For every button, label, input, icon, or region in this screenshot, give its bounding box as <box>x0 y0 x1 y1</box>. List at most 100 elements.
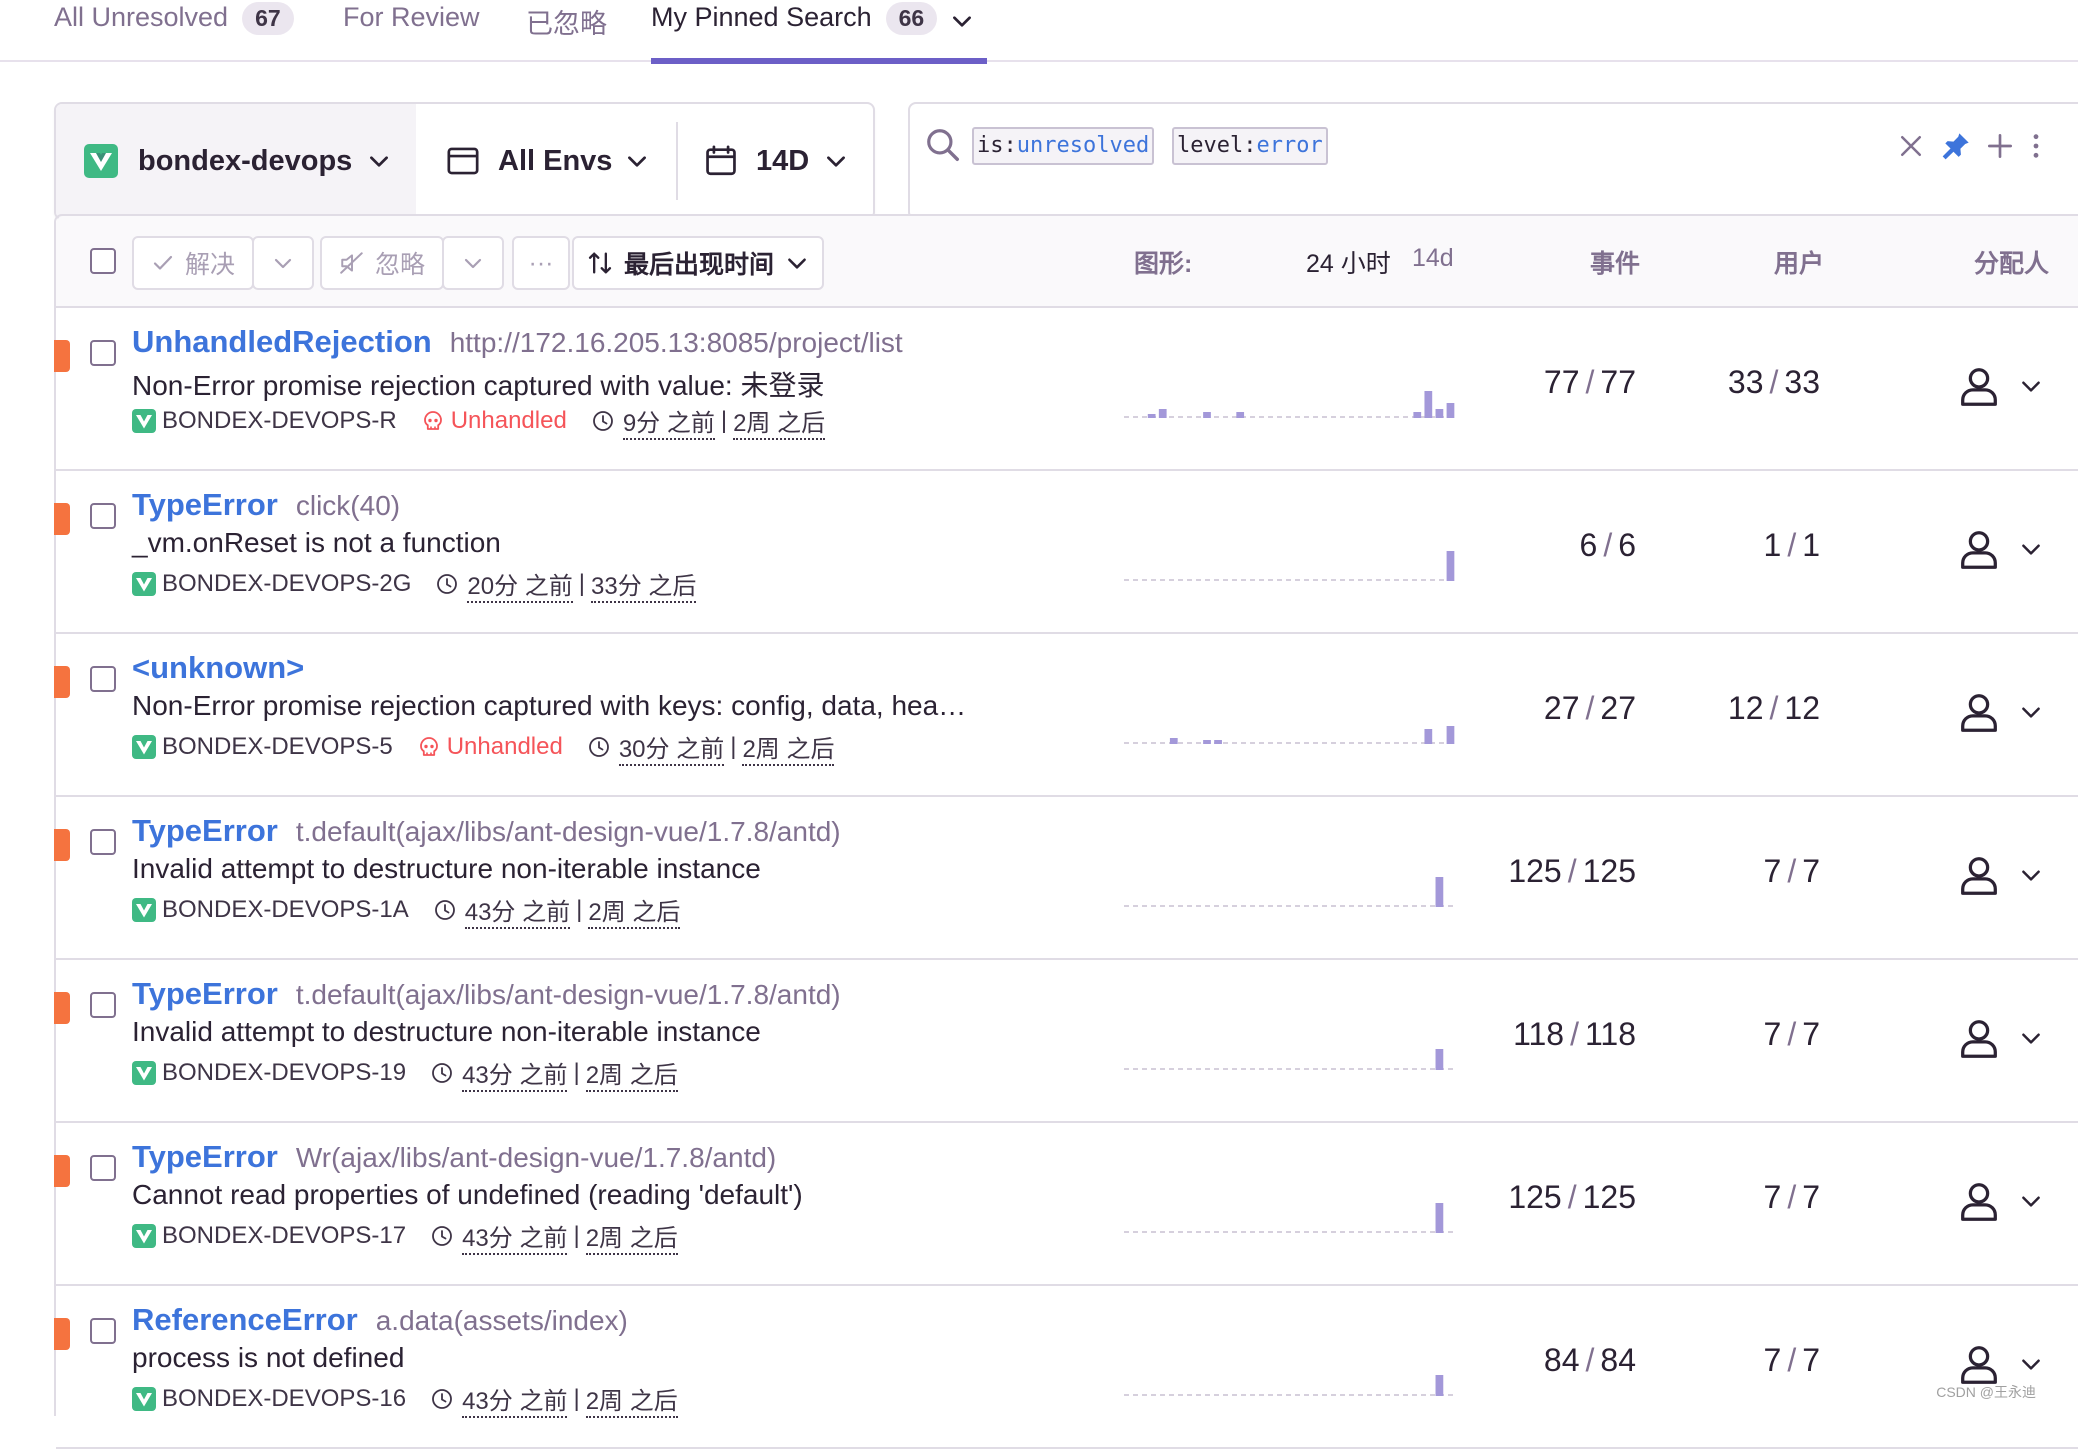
sparkline-bar <box>1203 740 1211 744</box>
token-key: is: <box>977 133 1017 158</box>
issue-short-id[interactable]: BONDEX-DEVOPS-19 <box>162 1059 406 1087</box>
issue-short-id[interactable]: BONDEX-DEVOPS-16 <box>162 1385 406 1413</box>
issue-meta: BONDEX-DEVOPS-19 43分 之前 | 2周 之后 <box>132 1055 678 1092</box>
issue-search-bar[interactable]: is:unresolved level:error <box>908 102 2078 220</box>
issue-checkbox[interactable] <box>90 1318 116 1344</box>
issue-type[interactable]: TypeError <box>132 1139 278 1174</box>
more-vertical-icon[interactable] <box>2026 130 2046 162</box>
plus-icon[interactable] <box>1984 130 2016 162</box>
level-error-marker <box>54 503 70 535</box>
select-all-checkbox[interactable] <box>90 248 116 274</box>
issue-type[interactable]: TypeError <box>132 976 278 1011</box>
issue-row[interactable]: TypeError Wr(ajax/libs/ant-design-vue/1.7… <box>54 1123 2078 1286</box>
issue-short-id[interactable]: BONDEX-DEVOPS-R <box>162 407 397 435</box>
issue-row[interactable]: TypeError t.default(ajax/libs/ant-design-… <box>54 797 2078 960</box>
sparkline-bar <box>1424 729 1433 744</box>
issue-location: Wr(ajax/libs/ant-design-vue/1.7.8/antd) <box>295 1142 777 1173</box>
assignee-selector[interactable] <box>1956 1171 2056 1231</box>
resolve-button[interactable]: 解决 <box>132 236 254 290</box>
issue-checkbox[interactable] <box>90 666 116 692</box>
event-count-value: 125 <box>1508 853 1562 889</box>
sort-button[interactable]: 最后出现时间 <box>572 236 824 290</box>
search-token-level[interactable]: level:error <box>1172 127 1328 165</box>
pin-icon[interactable] <box>1940 130 1972 162</box>
issue-checkbox[interactable] <box>90 340 116 366</box>
issue-row[interactable]: UnhandledRejection http://172.16.205.13:8… <box>54 308 2078 471</box>
more-actions-button[interactable]: ··· <box>512 236 570 290</box>
issue-timestamps: 43分 之前 | 2周 之后 <box>430 1055 678 1092</box>
page-filter-bar: bondex-devops All Envs 14D <box>54 102 875 220</box>
sparkline-bar <box>1446 726 1455 744</box>
issue-title[interactable]: UnhandledRejection http://172.16.205.13:8… <box>132 324 903 360</box>
issue-row[interactable]: TypeError click(40) _vm.onReset is not a … <box>54 471 2078 634</box>
issue-short-id[interactable]: BONDEX-DEVOPS-5 <box>162 733 393 761</box>
assignee-selector[interactable] <box>1956 845 2056 905</box>
vue-project-icon <box>132 1224 156 1248</box>
tab-for-review[interactable]: For Review <box>343 0 480 62</box>
search-token-is[interactable]: is:unresolved <box>972 127 1155 165</box>
vue-project-icon <box>84 144 118 178</box>
issue-type[interactable]: UnhandledRejection <box>132 324 432 359</box>
clock-icon <box>434 900 455 920</box>
sort-label: 最后出现时间 <box>623 251 774 279</box>
issue-type[interactable]: <unknown> <box>132 650 304 685</box>
time-separator: | <box>573 1222 580 1249</box>
count-separator: / <box>1787 527 1797 563</box>
resolve-dropdown-button[interactable] <box>252 236 314 290</box>
user-icon <box>1961 694 1997 732</box>
issue-type[interactable]: TypeError <box>132 487 278 522</box>
close-icon[interactable] <box>1896 131 1926 161</box>
project-selector[interactable]: bondex-devops <box>56 104 416 218</box>
user-count: 7/7 <box>1556 1342 1820 1379</box>
sort-arrows-icon <box>588 252 612 274</box>
issue-checkbox[interactable] <box>90 1155 116 1181</box>
sparkline-bar <box>1446 403 1455 418</box>
issue-title[interactable]: TypeError t.default(ajax/libs/ant-design-… <box>132 813 841 849</box>
assignee-selector[interactable] <box>1956 1008 2056 1068</box>
user-icon <box>1961 1183 1997 1221</box>
assignee-selector[interactable] <box>1956 519 2056 579</box>
issue-row[interactable]: <unknown> Non-Error promise rejection ca… <box>54 634 2078 797</box>
issue-checkbox[interactable] <box>90 829 116 855</box>
issue-type[interactable]: TypeError <box>132 813 278 848</box>
chevron-down-icon <box>628 156 647 167</box>
clock-icon <box>432 1389 452 1409</box>
environment-selector[interactable]: All Envs <box>416 104 676 218</box>
issue-title[interactable]: ReferenceError a.data(assets/index) <box>132 1302 628 1338</box>
issue-message: _vm.onReset is not a function <box>132 527 501 558</box>
ignore-button[interactable]: 忽略 <box>320 236 444 290</box>
issue-row[interactable]: ReferenceError a.data(assets/index) proce… <box>54 1286 2078 1449</box>
issue-title[interactable]: TypeError t.default(ajax/libs/ant-design-… <box>132 976 841 1012</box>
issue-type[interactable]: ReferenceError <box>132 1302 358 1337</box>
issue-title[interactable]: TypeError click(40) <box>132 487 400 523</box>
issue-title[interactable]: TypeError Wr(ajax/libs/ant-design-vue/1.7… <box>132 1139 776 1175</box>
graph-label: 图形: <box>1134 250 1193 278</box>
user-count-value: 7 <box>1763 1342 1782 1378</box>
user-count: 12/12 <box>1556 690 1820 727</box>
vue-project-icon <box>132 1387 156 1411</box>
assignee-selector[interactable] <box>1956 682 2056 742</box>
issue-short-id[interactable]: BONDEX-DEVOPS-1A <box>162 896 409 924</box>
issue-title[interactable]: <unknown> <box>132 650 304 686</box>
project-name: bondex-devops <box>138 144 353 177</box>
issue-timestamps: 43分 之前 | 2周 之后 <box>430 1381 678 1418</box>
date-range-selector[interactable]: 14D <box>678 104 868 218</box>
unhandled-badge: Unhandled <box>417 733 563 761</box>
issue-checkbox[interactable] <box>90 992 116 1018</box>
tab-all-unresolved[interactable]: All Unresolved 67 <box>54 0 294 62</box>
issue-row[interactable]: TypeError t.default(ajax/libs/ant-design-… <box>54 960 2078 1123</box>
graph-14d-toggle[interactable]: 14d <box>1412 244 1454 273</box>
token-value: unresolved <box>1016 133 1150 158</box>
tab-my-pinned-search[interactable]: My Pinned Search 66 <box>651 0 987 64</box>
issue-timestamps: 9分 之前 | 2周 之后 <box>591 403 826 440</box>
time-separator: | <box>720 407 728 434</box>
graph-24h-toggle[interactable]: 24 小时 <box>1306 244 1391 280</box>
sparkline-bar <box>1147 414 1156 418</box>
issue-checkbox[interactable] <box>90 503 116 529</box>
issue-short-id[interactable]: BONDEX-DEVOPS-2G <box>162 570 411 598</box>
chevron-down-icon[interactable] <box>949 8 975 34</box>
ignore-dropdown-button[interactable] <box>442 236 504 290</box>
assignee-selector[interactable] <box>1956 356 2056 416</box>
issue-short-id[interactable]: BONDEX-DEVOPS-17 <box>162 1222 406 1250</box>
tab-ignored[interactable]: 已忽略 <box>526 0 607 62</box>
